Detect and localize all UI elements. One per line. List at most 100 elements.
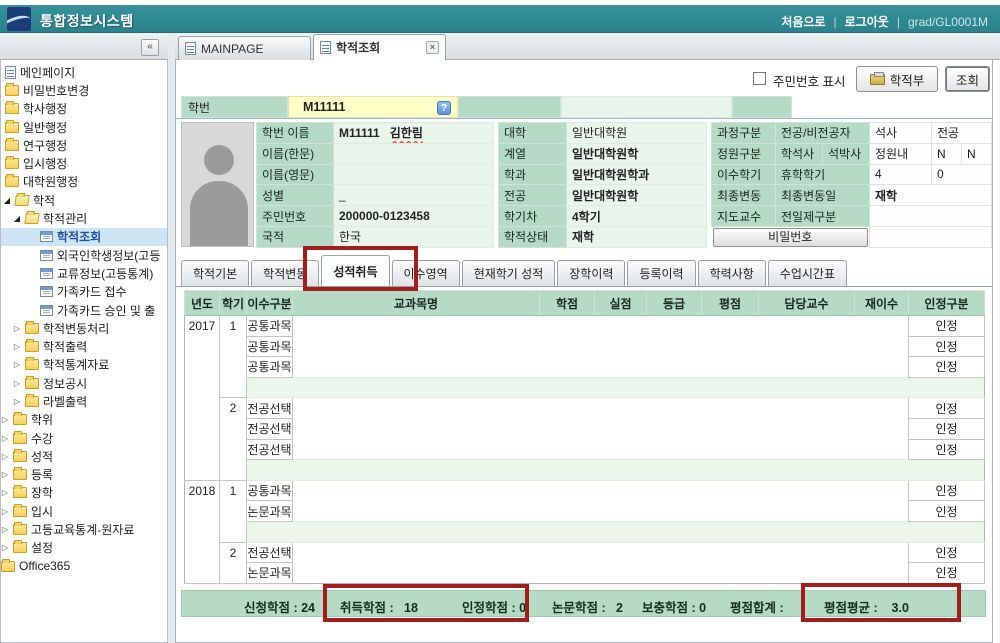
grade-row[interactable]: 2 전공선택 인정: [185, 398, 985, 419]
recognition-cell: 인정: [909, 398, 985, 419]
column-header: 재이수: [855, 291, 909, 316]
tree-expand-icon[interactable]: ▷: [1, 470, 9, 479]
sidebar-item-academic-affairs[interactable]: 학사행정: [1, 100, 167, 118]
folder-icon: [5, 158, 19, 169]
tab-class-timetable[interactable]: 수업시간표: [768, 260, 847, 286]
applied-credits: 신청학점 : 24: [244, 597, 315, 616]
column-header: 평점: [702, 291, 759, 316]
home-link[interactable]: 처음으로: [781, 13, 825, 30]
sidebar-item-foreign-student-info[interactable]: 외국인학생정보(고등: [1, 246, 167, 264]
sidebar-item-graduate-affairs[interactable]: 대학원행정: [1, 173, 167, 191]
sidebar-item-office365[interactable]: Office365: [1, 557, 167, 575]
sidebar-item-admission[interactable]: ▷입시: [1, 502, 167, 520]
grade-row[interactable]: 전공선택 인정: [185, 418, 985, 439]
sidebar-item-general-affairs[interactable]: 일반행정: [1, 118, 167, 136]
tree-expand-icon[interactable]: ▷: [1, 507, 9, 516]
tab-scholarship-history[interactable]: 장학이력: [557, 260, 625, 286]
password-button[interactable]: 비밀번호: [713, 228, 869, 247]
course-cell: [293, 501, 909, 522]
tree-expand-icon[interactable]: ▷: [13, 342, 21, 351]
window-tab-mainpage[interactable]: MAINPAGE: [178, 36, 311, 60]
grade-row[interactable]: 공통과목 인정: [185, 357, 985, 378]
sidebar-item-admission-affairs[interactable]: 입시행정: [1, 154, 167, 172]
folder-icon: [25, 323, 39, 334]
field-label: 학적상태: [499, 226, 567, 247]
field-value: 일반대학원: [567, 123, 707, 144]
tab-education-background[interactable]: 학력사항: [698, 260, 766, 286]
tree-expand-icon[interactable]: ◢: [3, 196, 11, 205]
sidebar-item-research-affairs[interactable]: 연구행정: [1, 136, 167, 154]
grade-row[interactable]: 2018 1 공통과목 인정: [185, 480, 985, 501]
form-icon: [40, 305, 53, 316]
sidebar-item-higher-edu-statistics[interactable]: ▷고등교육통계-원자료: [1, 520, 167, 538]
sidebar-item-records-management[interactable]: ◢학적관리: [1, 209, 167, 227]
tab-record-change[interactable]: 학적변동: [251, 260, 319, 286]
sidebar-item-password-change[interactable]: 비밀번호변경: [1, 81, 167, 99]
field-value: 일반대학원학: [567, 185, 707, 206]
folder-icon: [13, 414, 27, 425]
close-icon[interactable]: ×: [426, 41, 439, 54]
category-cell: 공통과목: [247, 480, 293, 501]
tree-expand-icon[interactable]: ▷: [1, 415, 9, 424]
tree-expand-icon[interactable]: ◢: [13, 214, 21, 223]
search-button[interactable]: 조회: [945, 66, 990, 92]
help-icon[interactable]: ?: [437, 101, 451, 115]
sidebar-item-record-change-processing[interactable]: ▷학적변동처리: [1, 319, 167, 337]
grade-row[interactable]: 2 전공선택 인정: [185, 542, 985, 563]
logout-link[interactable]: 로그아웃: [845, 13, 889, 30]
column-header: 담당교수: [759, 291, 855, 316]
sidebar-item-grades[interactable]: ▷성적: [1, 447, 167, 465]
sidebar-collapse-button[interactable]: «: [141, 39, 159, 56]
sidebar-item-family-card-approval[interactable]: 가족카드 승인 및 출: [1, 301, 167, 319]
grade-row[interactable]: 공통과목 인정: [185, 336, 985, 357]
sidebar-item-info-disclosure[interactable]: ▷정보공시: [1, 374, 167, 392]
tab-current-term-grades[interactable]: 현재학기 성적: [462, 260, 556, 286]
tree-expand-icon[interactable]: ▷: [13, 379, 21, 388]
resident-no-checkbox[interactable]: [753, 72, 766, 85]
sidebar-item-record-inquiry[interactable]: 학적조회: [1, 228, 167, 246]
sidebar-item-main-page[interactable]: 메인페이지: [1, 63, 167, 81]
sidebar-item-record-output[interactable]: ▷학적출력: [1, 337, 167, 355]
sidebar-item-settings[interactable]: ▷설정: [1, 539, 167, 557]
record-book-button[interactable]: 학적부: [856, 66, 938, 92]
grade-row[interactable]: 논문과목 인정: [185, 501, 985, 522]
grade-row[interactable]: 전공선택 인정: [185, 439, 985, 460]
folder-icon: [25, 396, 39, 407]
tree-expand-icon[interactable]: ▷: [13, 360, 21, 369]
link-separator: |: [834, 15, 837, 29]
field-label: 이름(한문): [257, 143, 334, 164]
sidebar-item-scholarship[interactable]: ▷장학: [1, 484, 167, 502]
sidebar-item-record-statistics[interactable]: ▷학적통계자료: [1, 356, 167, 374]
tree-expand-icon[interactable]: ▷: [1, 488, 9, 497]
field-value: 일반대학원학: [567, 143, 707, 164]
tree-expand-icon[interactable]: ▷: [13, 324, 21, 333]
sidebar-item-label-output[interactable]: ▷라벨출력: [1, 392, 167, 410]
tab-grade-earned[interactable]: 성적취득: [321, 255, 389, 286]
tree-expand-icon[interactable]: ▷: [13, 397, 21, 406]
form-icon: [40, 231, 53, 242]
category-cell: 전공선택: [247, 542, 293, 563]
sidebar-item-degree[interactable]: ▷학위: [1, 411, 167, 429]
tab-registration-history[interactable]: 등록이력: [627, 260, 695, 286]
folder-icon: [13, 433, 27, 444]
window-tab-record-inquiry[interactable]: 학적조회 ×: [313, 34, 446, 60]
field-value: 석사: [870, 123, 932, 144]
field-value: M11111 김한림: [334, 123, 494, 144]
sidebar-item-course-enrollment[interactable]: ▷수강: [1, 429, 167, 447]
sidebar-item-registration[interactable]: ▷등록: [1, 466, 167, 484]
tree-expand-icon[interactable]: ▷: [1, 525, 9, 534]
tab-completion-area[interactable]: 이수영역: [392, 260, 460, 286]
sidebar-item-academic-records[interactable]: ◢학적: [1, 191, 167, 209]
tree-expand-icon[interactable]: ▷: [1, 452, 9, 461]
student-id-input[interactable]: M11111 ?: [288, 96, 458, 118]
tree-expand-icon[interactable]: ▷: [1, 543, 9, 552]
tab-record-basic[interactable]: 학적기본: [181, 260, 249, 286]
column-header: 년도: [185, 291, 220, 316]
grade-row[interactable]: 2017 1 공통과목 인정: [185, 316, 985, 337]
sidebar-item-family-card-receipt[interactable]: 가족카드 접수: [1, 283, 167, 301]
tree-expand-icon[interactable]: ▷: [1, 434, 9, 443]
grade-row[interactable]: 논문과목 인정: [185, 563, 985, 584]
link-separator: |: [897, 15, 900, 29]
folder-icon: [1, 561, 15, 572]
sidebar-item-exchange-info[interactable]: 교류정보(고등통계): [1, 264, 167, 282]
